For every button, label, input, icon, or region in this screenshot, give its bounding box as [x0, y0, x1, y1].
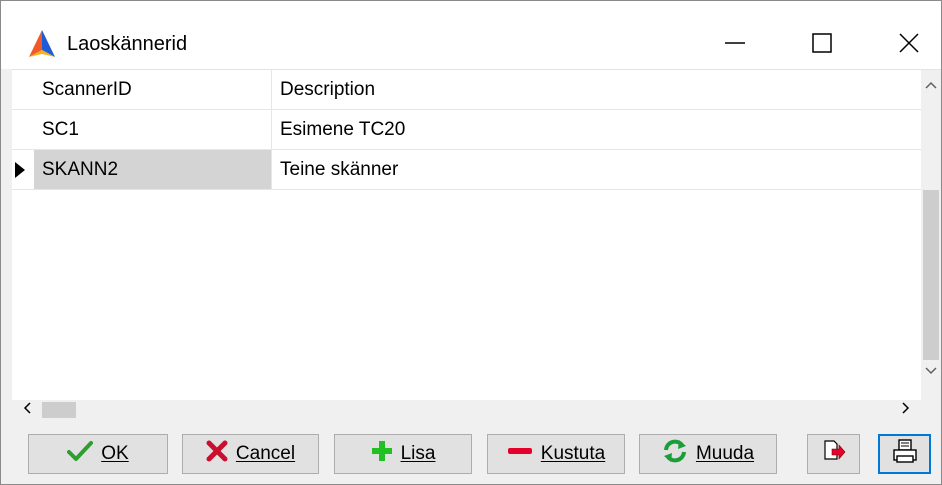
title-bar[interactable]: Laoskännerid: [1, 1, 941, 69]
minimize-icon: [724, 32, 746, 54]
cell-description[interactable]: Esimene TC20: [272, 110, 921, 149]
grid-header-row: ScannerID Description: [12, 70, 921, 110]
ok-label: OK: [101, 443, 129, 464]
close-icon: [898, 32, 920, 54]
add-label: Lisa: [400, 443, 436, 464]
edit-button[interactable]: Muuda: [639, 434, 777, 474]
app-logo-icon: [27, 29, 57, 59]
window-title: Laoskännerid: [67, 33, 188, 55]
refresh-icon: [662, 438, 688, 470]
column-header-scannerid[interactable]: ScannerID: [34, 70, 272, 109]
scroll-up-button[interactable]: [921, 70, 941, 100]
plus-icon: [371, 440, 393, 468]
maximize-icon: [811, 32, 833, 54]
button-bar: OK Cancel Lisa Kustuta Muuda: [1, 419, 941, 484]
chevron-up-icon: [925, 76, 937, 94]
vertical-scroll-thumb[interactable]: [923, 190, 939, 360]
chevron-left-icon: [23, 401, 31, 419]
cell-description[interactable]: Teine skänner: [272, 150, 921, 189]
scroll-right-button[interactable]: [891, 400, 921, 420]
edit-label: Muuda: [695, 443, 755, 464]
scroll-down-button[interactable]: [921, 356, 941, 386]
current-row-arrow-icon: [15, 162, 25, 183]
minimize-button[interactable]: [704, 19, 766, 67]
dialog-window: Laoskännerid ScannerID Description SC1 E…: [0, 0, 942, 485]
cell-scannerid[interactable]: SKANN2: [34, 150, 272, 189]
vertical-scrollbar[interactable]: [921, 70, 941, 400]
horizontal-scroll-thumb[interactable]: [42, 402, 76, 418]
delete-button[interactable]: Kustuta: [487, 434, 625, 474]
horizontal-scrollbar[interactable]: [12, 400, 921, 420]
checkmark-icon: [67, 440, 94, 468]
header-indicator: [12, 70, 34, 109]
table-row[interactable]: SKANN2 Teine skänner: [12, 150, 921, 190]
maximize-button[interactable]: [791, 19, 853, 67]
printer-icon: [892, 438, 918, 470]
table-row[interactable]: SC1 Esimene TC20: [12, 110, 921, 150]
cancel-button[interactable]: Cancel: [182, 434, 319, 474]
scanner-grid[interactable]: ScannerID Description SC1 Esimene TC20 S…: [12, 69, 941, 420]
chevron-right-icon: [902, 401, 910, 419]
row-indicator[interactable]: [12, 150, 34, 189]
delete-label: Kustuta: [540, 443, 606, 464]
ok-button[interactable]: OK: [28, 434, 168, 474]
scroll-left-button[interactable]: [12, 400, 42, 420]
grid-body: ScannerID Description SC1 Esimene TC20 S…: [12, 70, 921, 400]
scrollbar-corner: [921, 400, 941, 420]
chevron-down-icon: [925, 362, 937, 380]
export-button[interactable]: [807, 434, 860, 474]
add-button[interactable]: Lisa: [334, 434, 472, 474]
cell-scannerid[interactable]: SC1: [34, 110, 272, 149]
minus-icon: [507, 440, 533, 468]
column-header-description[interactable]: Description: [272, 70, 921, 109]
cancel-label: Cancel: [235, 443, 296, 464]
x-icon: [206, 440, 228, 468]
row-indicator[interactable]: [12, 110, 34, 149]
close-button[interactable]: [878, 19, 940, 67]
export-icon: [822, 439, 846, 469]
print-button[interactable]: [878, 434, 931, 474]
